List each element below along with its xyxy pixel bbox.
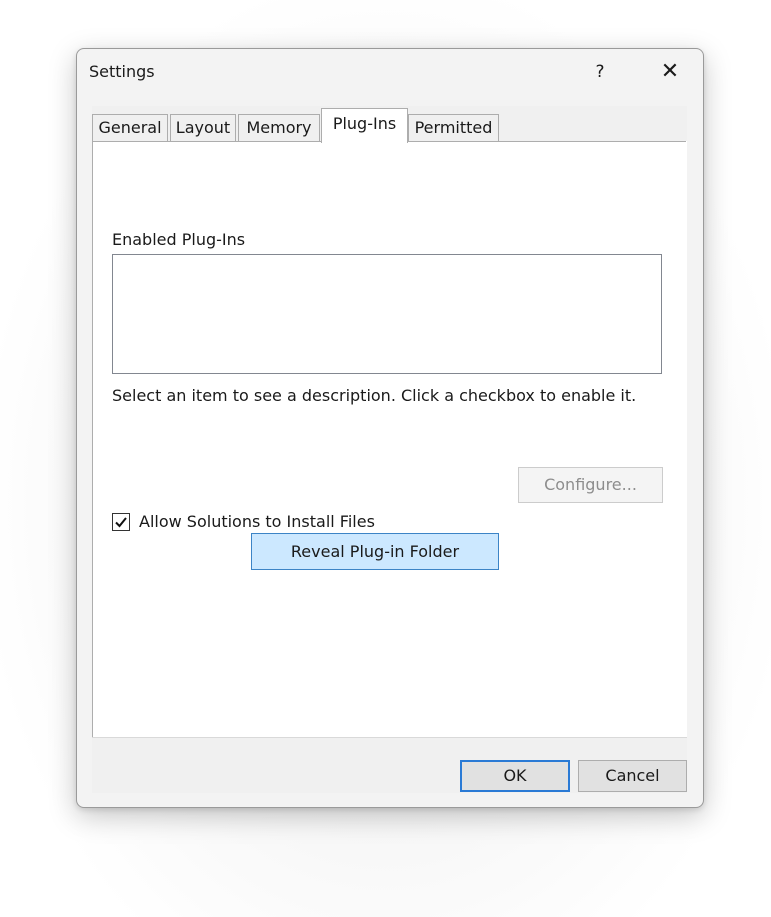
close-icon: ✕ [660, 59, 680, 84]
reveal-plug-in-folder-button[interactable]: Reveal Plug-in Folder [251, 533, 499, 570]
configure-button[interactable]: Configure... [518, 467, 663, 503]
dialog-footer: OK Cancel [92, 737, 687, 793]
ok-button[interactable]: OK [460, 760, 570, 792]
enabled-plug-ins-list[interactable] [112, 254, 662, 374]
close-button[interactable]: ✕ [653, 57, 687, 87]
tab-layout[interactable]: Layout [170, 114, 236, 141]
allow-install-checkbox[interactable] [112, 513, 130, 531]
allow-install-label: Allow Solutions to Install Files [139, 512, 375, 531]
help-button[interactable]: ? [585, 57, 615, 87]
plug-ins-panel: Enabled Plug-Ins Select an item to see a… [92, 141, 687, 737]
tab-memory[interactable]: Memory [238, 114, 320, 141]
tab-plug-ins[interactable]: Plug-Ins [321, 108, 408, 143]
tab-strip: General Layout Memory Plug-Ins Permitted [92, 106, 687, 143]
tab-permitted[interactable]: Permitted [408, 114, 499, 141]
settings-dialog: Settings ? ✕ General Layout Memory Plug-… [76, 48, 704, 808]
dialog-client-area: General Layout Memory Plug-Ins Permitted… [92, 106, 687, 793]
tab-general[interactable]: General [92, 114, 168, 141]
plug-in-description: Select an item to see a description. Cli… [112, 386, 637, 405]
panel-edge [686, 141, 687, 737]
cancel-button[interactable]: Cancel [578, 760, 687, 792]
enabled-plug-ins-label: Enabled Plug-Ins [112, 230, 246, 249]
checkmark-icon [115, 517, 127, 528]
window-title: Settings [89, 62, 155, 81]
title-bar[interactable]: Settings ? ✕ [77, 49, 703, 97]
